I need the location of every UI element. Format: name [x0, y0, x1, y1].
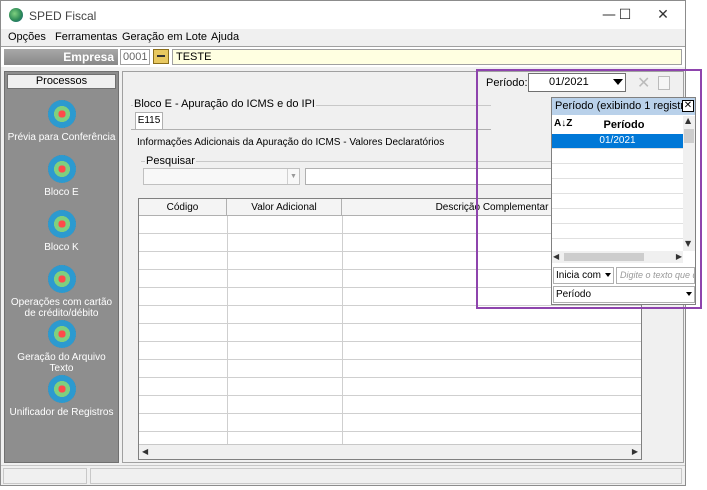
empresa-label: Empresa: [4, 49, 118, 65]
sidebar-item-label: Bloco E: [44, 187, 79, 198]
maximize-button[interactable]: ☐: [610, 4, 640, 26]
table-row[interactable]: [139, 414, 641, 432]
menu-bar: Opções Ferramentas Geração em Lote Ajuda: [1, 29, 685, 46]
sidebar-item-unificador[interactable]: Unificador de Registros: [5, 375, 118, 418]
search-field-combo[interactable]: ▼: [143, 168, 300, 185]
sidebar-header: Processos: [7, 74, 116, 89]
table-row[interactable]: [139, 360, 641, 378]
close-button[interactable]: ✕: [648, 4, 678, 26]
sidebar-item-label: Geração do Arquivo Texto: [17, 352, 106, 374]
table-row[interactable]: [139, 378, 641, 396]
sidebar-item-operacoes-cartao[interactable]: Operações com cartão de crédito/débito: [5, 265, 118, 319]
menu-geracao-em-lote[interactable]: Geração em Lote: [122, 31, 207, 43]
table-row[interactable]: [139, 396, 641, 414]
sidebar-item-label: Bloco K: [44, 242, 79, 253]
title-bar: SPED Fiscal — ☐ ✕: [1, 1, 685, 29]
scroll-left-icon[interactable]: ◀: [142, 447, 148, 456]
column-header-valor-adicional[interactable]: Valor Adicional: [227, 199, 342, 216]
column-header-codigo[interactable]: Código: [139, 199, 227, 216]
empresa-code-field[interactable]: 0001: [120, 49, 150, 65]
status-pane: [3, 468, 87, 484]
tab-divider: [131, 129, 491, 130]
sidebar-item-previa[interactable]: Prévia para Conferência: [5, 100, 118, 143]
status-pane: [90, 468, 682, 484]
sidebar-item-bloco-k[interactable]: Bloco K: [5, 210, 118, 253]
sidebar-item-bloco-e[interactable]: Bloco E: [5, 155, 118, 198]
menu-ajuda[interactable]: Ajuda: [211, 31, 239, 43]
sidebar-item-geracao-arquivo[interactable]: Geração do Arquivo Texto: [5, 320, 118, 374]
chevron-down-icon: ▼: [287, 169, 299, 184]
column-divider: [227, 216, 228, 444]
globe-icon: [47, 265, 76, 293]
globe-icon: [47, 320, 76, 348]
menu-ferramentas[interactable]: Ferramentas: [55, 31, 117, 43]
globe-icon: [47, 210, 76, 238]
table-row[interactable]: [139, 342, 641, 360]
menu-opcoes[interactable]: Opções: [8, 31, 46, 43]
status-bar: [1, 465, 685, 485]
bloco-e-group-title: Bloco E - Apuração do ICMS e do IPI: [133, 98, 316, 110]
grid-horizontal-scrollbar[interactable]: ◀ ▶: [139, 444, 641, 459]
processos-sidebar: Processos Prévia para Conferência Bloco …: [4, 71, 119, 463]
table-row[interactable]: [139, 324, 641, 342]
globe-icon: [47, 155, 76, 183]
empresa-name-field: TESTE: [172, 49, 682, 65]
scroll-right-icon[interactable]: ▶: [632, 447, 638, 456]
sidebar-item-label: Prévia para Conferência: [7, 132, 116, 143]
open-folder-icon[interactable]: [153, 49, 169, 64]
column-divider: [342, 216, 343, 444]
sidebar-item-label: Operações com cartão de crédito/débito: [10, 297, 113, 319]
sidebar-item-label: Unificador de Registros: [9, 407, 114, 418]
info-text: Informações Adicionais da Apuração do IC…: [137, 137, 445, 148]
window-title: SPED Fiscal: [29, 9, 97, 23]
globe-icon: [47, 375, 76, 403]
empresa-bar: Empresa 0001 TESTE: [1, 46, 685, 67]
tab-e115[interactable]: E115: [135, 112, 163, 129]
search-label: Pesquisar: [145, 155, 196, 167]
globe-icon: [47, 100, 76, 128]
highlight-frame: [476, 69, 702, 309]
sped-app-icon: [9, 8, 23, 22]
